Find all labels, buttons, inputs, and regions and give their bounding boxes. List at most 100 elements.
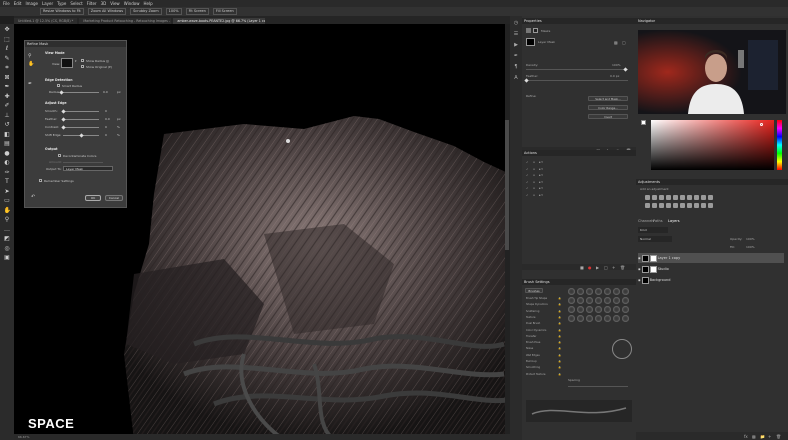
rectangle-icon[interactable]: ▭	[4, 197, 11, 204]
adjustment-icon[interactable]	[701, 203, 706, 208]
option-0[interactable]: Resize Windows to Fit	[40, 8, 84, 15]
gradient-icon[interactable]: ▤	[4, 140, 11, 147]
brush-tip-preset[interactable]	[604, 288, 611, 295]
undo-icon[interactable]: ↶	[31, 194, 35, 200]
paragraph-icon[interactable]: ¶	[514, 64, 517, 70]
stamp-icon[interactable]: ⊥	[4, 112, 11, 119]
layers-tab-channels[interactable]: Channels	[638, 219, 654, 223]
lock-icon[interactable]: 🔒	[558, 373, 561, 376]
adjust-row-value[interactable]: 0	[105, 133, 107, 137]
menu-item-type[interactable]: Type	[57, 1, 66, 6]
layer-mask-thumbnail[interactable]	[649, 265, 657, 273]
brush-tip-preset[interactable]	[622, 315, 629, 322]
blend-mode-select[interactable]: Normal	[638, 236, 672, 242]
lock-icon[interactable]: 🔒	[558, 335, 561, 338]
action-toggle-icon[interactable]: ✓	[526, 186, 529, 190]
adjustment-icon[interactable]	[687, 195, 692, 200]
eyedropper-icon[interactable]: ✒	[4, 83, 11, 90]
adjustment-icon[interactable]	[652, 195, 657, 200]
character-icon[interactable]: A	[514, 75, 517, 81]
feather-slider-knob[interactable]	[524, 77, 529, 83]
select-vector-mask-icon[interactable]: ▢	[622, 40, 626, 45]
action-set-folder-icon[interactable]: ▸▭	[539, 186, 543, 190]
color-picker-field[interactable]	[651, 120, 774, 170]
brush-tip-preset[interactable]	[568, 297, 575, 304]
density-slider-knob[interactable]	[623, 66, 628, 72]
view-mode-thumbnail[interactable]	[61, 58, 73, 68]
brush-option[interactable]: Color Dynamics	[526, 329, 546, 332]
ok-button[interactable]: OK	[85, 195, 101, 201]
layer-mask-thumbnail[interactable]	[526, 38, 535, 46]
action-toggle-icon[interactable]: ✓	[526, 193, 529, 197]
action-dialog-icon[interactable]: ▫	[533, 180, 535, 184]
adjustment-icon[interactable]	[666, 203, 671, 208]
output-to-select[interactable]: Layer Mask	[63, 166, 113, 171]
select-and-mask-button[interactable]: Select and Mask...	[588, 96, 628, 101]
brush-tip-preset[interactable]	[622, 297, 629, 304]
adjustment-icon[interactable]	[708, 195, 713, 200]
action-dialog-icon[interactable]: ▫	[533, 186, 535, 190]
cancel-button[interactable]: Cancel	[105, 195, 123, 201]
invert-button[interactable]: Invert	[588, 114, 628, 119]
adjustment-icon[interactable]	[666, 195, 671, 200]
brush-option[interactable]: Wet Edges	[526, 354, 540, 357]
adjustment-icon[interactable]	[687, 203, 692, 208]
brush-tip-preset[interactable]	[613, 288, 620, 295]
adjust-row-value[interactable]: 0.0	[105, 117, 110, 121]
adjust-row-slider-knob[interactable]	[61, 124, 66, 130]
layers-tab-paths[interactable]: Paths	[653, 219, 663, 223]
option-5[interactable]: Fill Screen	[212, 8, 237, 15]
brush-tip-preset[interactable]	[568, 288, 575, 295]
remember-settings-checkbox[interactable]	[39, 179, 42, 182]
menu-item-edit[interactable]: Edit	[14, 1, 22, 6]
brush-angle-preview[interactable]	[612, 339, 632, 359]
add-mask-icon[interactable]: ▩	[752, 434, 756, 439]
new-action-icon[interactable]: +	[612, 265, 615, 270]
pixel-mask-icon[interactable]	[526, 28, 531, 33]
view-dropdown-icon[interactable]: ▾	[75, 59, 77, 63]
new-group-icon[interactable]: 📁	[760, 434, 765, 439]
adjust-row-slider-knob[interactable]	[61, 108, 66, 114]
type-icon[interactable]: T	[4, 178, 11, 185]
adjustment-icon[interactable]	[645, 203, 650, 208]
adjust-row-slider-knob[interactable]	[61, 116, 66, 122]
radius-value[interactable]: 0.0	[103, 90, 108, 94]
brush-option[interactable]: Brush Pose	[526, 341, 540, 344]
adjustment-icon[interactable]	[659, 203, 664, 208]
brush-option[interactable]: Scattering	[526, 310, 539, 313]
brush-tip-preset[interactable]	[568, 306, 575, 313]
layers-tab-layers[interactable]: Layers	[668, 219, 680, 223]
layer-name[interactable]: Layer 1 copy	[658, 256, 681, 260]
brushes-button[interactable]: Brushes	[525, 288, 543, 293]
select-pixel-mask-icon[interactable]: ▩	[614, 40, 618, 45]
adjustment-icon[interactable]	[645, 195, 650, 200]
feather-value[interactable]: 0.0 px	[610, 74, 619, 78]
adjustment-icon[interactable]	[673, 195, 678, 200]
decontaminate-checkbox[interactable]	[58, 154, 61, 157]
lock-icon[interactable]: 🔒	[558, 366, 561, 369]
brush-tip-preset[interactable]	[595, 315, 602, 322]
lock-icon[interactable]: 🔒	[558, 354, 561, 357]
hand-icon[interactable]: ✋	[4, 207, 11, 214]
layer-name[interactable]: Background	[650, 278, 671, 282]
brush-tip-preset[interactable]	[577, 306, 584, 313]
layer-row[interactable]: ◉ Background	[638, 275, 784, 285]
action-dialog-icon[interactable]: ▫	[533, 173, 535, 177]
layer-kind-filter[interactable]: Kind	[638, 227, 668, 233]
brush-tip-preset[interactable]	[622, 306, 629, 313]
pen-icon[interactable]: ✑	[4, 169, 11, 176]
option-3[interactable]: 100%	[165, 8, 182, 15]
dodge-icon[interactable]: ◐	[4, 159, 11, 166]
healing-icon[interactable]: ✚	[4, 93, 11, 100]
stop-icon[interactable]: ■	[580, 265, 584, 270]
brush-tip-preset[interactable]	[595, 306, 602, 313]
lock-icon[interactable]: 🔒	[558, 360, 561, 363]
action-set-folder-icon[interactable]: ▸▭	[539, 173, 543, 177]
brush-option[interactable]: Noise	[526, 347, 533, 350]
new-set-icon[interactable]: □	[604, 265, 608, 270]
adjustment-icon[interactable]	[694, 195, 699, 200]
action-set-folder-icon[interactable]: ▸▭	[539, 167, 543, 171]
properties-icon[interactable]: ☰	[514, 31, 518, 37]
hue-slider[interactable]	[777, 120, 782, 170]
adjust-row-slider[interactable]	[63, 127, 99, 128]
